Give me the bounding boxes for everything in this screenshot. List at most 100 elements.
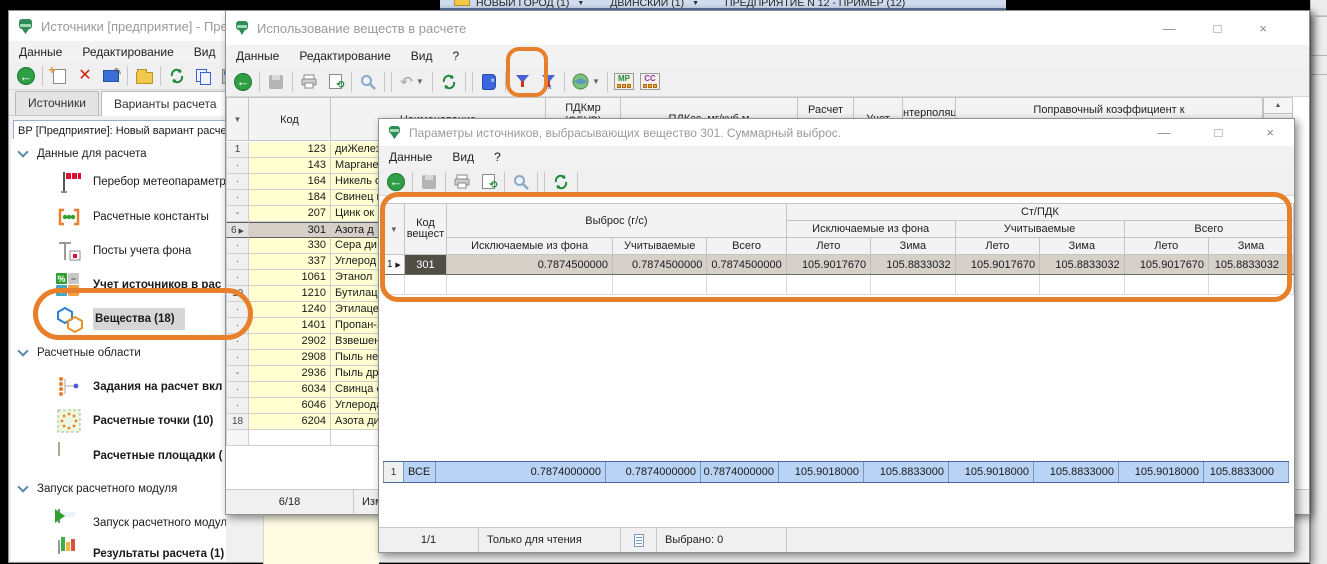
menu-item[interactable]: ? (453, 49, 460, 63)
svg-text:x: x (548, 84, 552, 90)
back-icon: ← (17, 67, 35, 85)
table-row[interactable]: 1 ▶ 301 0.7874500000 0.7874500000 0.7874… (384, 255, 1294, 275)
rename-button[interactable] (98, 64, 124, 88)
tree-item-calc-constants[interactable]: Расчетные константы (11, 202, 226, 232)
new-button[interactable] (46, 64, 72, 88)
refresh-button[interactable] (436, 70, 462, 94)
col-header[interactable]: Всего (707, 238, 786, 255)
tree-item-calc-areas[interactable]: Расчетные площадки ( (11, 441, 226, 471)
tree-item-calc-tasks[interactable]: Задания на расчет вкл (11, 372, 226, 402)
minimize-icon[interactable]: — (1315, 8, 1327, 22)
back-button[interactable]: ← (383, 170, 409, 194)
col-header[interactable]: Зима (1209, 238, 1294, 255)
tree-item-calc-points[interactable]: Расчетные точки (10) (11, 406, 226, 436)
tree-item-results[interactable]: Результаты расчета (1) (11, 539, 226, 561)
back-button[interactable]: ← (230, 70, 256, 94)
tree-item-meteo-flag[interactable]: Перебор метеопараметров (11, 167, 226, 197)
background-posts-icon (56, 238, 82, 264)
save-icon (269, 75, 283, 89)
mp-button[interactable]: MP (611, 70, 637, 94)
undo-button[interactable]: ↶▼ (395, 70, 429, 94)
back-button[interactable]: ← (13, 64, 39, 88)
col-header-substance-code[interactable]: Код вещест (404, 204, 446, 255)
subgroup-total[interactable]: Всего (1124, 221, 1293, 238)
enterprise-selector[interactable]: ПРЕДПРИЯТИЕ N 12 - ПРИМЕР (12) (725, 0, 905, 9)
export-button[interactable]: ▼ (568, 70, 604, 94)
background-table-sliver (263, 516, 379, 564)
cc-button[interactable]: CC (637, 70, 663, 94)
filter-button[interactable] (509, 70, 535, 94)
close-button[interactable]: × (1259, 21, 1267, 36)
tree-item-run-module[interactable]: Запуск расчетного модуля (11, 508, 226, 538)
tab-sources[interactable]: Источники (15, 91, 99, 115)
catalog-button[interactable] (476, 70, 502, 94)
row-filter-header[interactable]: ▼ (384, 204, 405, 255)
group-header-emission[interactable]: Выброс (г/с) (447, 204, 787, 238)
tab-calc-variants[interactable]: Варианты расчета (101, 91, 230, 116)
filter-selected-button[interactable]: x (535, 70, 561, 94)
delete-button[interactable]: ✕ (72, 64, 98, 88)
subgroup-accounted[interactable]: Учитываемые (955, 221, 1124, 238)
right-window-edge: — (1310, 0, 1327, 564)
save-button[interactable] (416, 170, 442, 194)
print-preview-button[interactable] (322, 70, 348, 94)
menu-item[interactable]: Данные (389, 150, 432, 164)
col-header[interactable]: Лето (1124, 238, 1208, 255)
tree-section-0[interactable]: Данные для расчета (11, 139, 226, 169)
col-header[interactable]: Лето (955, 238, 1039, 255)
delete-x-icon: ✕ (78, 68, 91, 84)
maximize-button[interactable]: □ (1215, 125, 1223, 140)
substance-code: 184 (249, 190, 331, 206)
menu-item[interactable]: Вид (452, 150, 474, 164)
maximize-button[interactable]: □ (1214, 21, 1222, 36)
tree-section-label: Расчетные области (37, 347, 141, 359)
menu-item[interactable]: Редактирование (82, 45, 173, 59)
params-titlebar: Параметры источников, выбрасывающих веще… (379, 119, 1294, 146)
column-filter-icon[interactable]: ▼ (234, 115, 242, 124)
print-button[interactable] (449, 170, 475, 194)
row-number: 10 (226, 286, 249, 302)
print-preview-button[interactable] (475, 170, 501, 194)
substance-code: 123 (249, 142, 331, 158)
copy-icon (196, 69, 211, 84)
menu-item[interactable]: Вид (411, 49, 433, 63)
minimize-button[interactable]: — (1158, 125, 1171, 140)
col-header[interactable]: Зима (1040, 238, 1124, 255)
close-button[interactable]: × (1266, 125, 1274, 140)
subgroup-excluded[interactable]: Исключаемые из фона (786, 221, 955, 238)
new-page-icon (53, 69, 66, 84)
col-header[interactable]: Зима (871, 238, 955, 255)
menu-item[interactable]: Редактирование (299, 49, 390, 63)
refresh-button[interactable] (548, 170, 574, 194)
col-header-code[interactable]: Код (249, 97, 331, 141)
save-button[interactable] (263, 70, 289, 94)
city-selector[interactable]: НОВЫЙ ГОРОД (1)▼ (476, 0, 584, 9)
emissions-table: ▼ Код вещест Выброс (г/с) Ст/ПДК Исключа… (383, 203, 1294, 295)
menu-item[interactable]: Данные (19, 45, 62, 59)
group-header-st-pdk[interactable]: Ст/ПДК (786, 204, 1293, 221)
scroll-up-icon[interactable]: ▲ (1264, 98, 1292, 114)
tree-item-sources-account[interactable]: %−+−Учет источников в рас (11, 270, 226, 300)
tree-item-background-posts[interactable]: Посты учета фона (11, 236, 226, 266)
col-header[interactable]: Лето (786, 238, 870, 255)
copy-button[interactable] (190, 64, 216, 88)
row-number: - (226, 206, 249, 222)
menu-item[interactable]: Данные (236, 49, 279, 63)
tree-section-2[interactable]: Запуск расчетного модуля (11, 474, 226, 504)
search-button[interactable] (355, 70, 381, 94)
print-button[interactable] (296, 70, 322, 94)
open-button[interactable] (131, 64, 157, 88)
tree-item-label: Посты учета фона (93, 245, 191, 257)
minimize-button[interactable]: — (1163, 21, 1176, 36)
search-button[interactable] (508, 170, 534, 194)
tree-section-1[interactable]: Расчетные области (11, 338, 226, 368)
menu-item[interactable]: ? (494, 150, 501, 164)
substance-code: 6204 (249, 414, 331, 430)
refresh-button[interactable] (164, 64, 190, 88)
col-header[interactable]: Учитываемые (613, 238, 707, 255)
col-header[interactable]: Исключаемые из фона (447, 238, 613, 255)
tree-item-substances[interactable]: Вещества (18) (11, 304, 226, 334)
substance-code: 1401 (249, 318, 331, 334)
menu-item[interactable]: Вид (194, 45, 216, 59)
district-selector[interactable]: ДВИНСКИЙ (1)▼ (610, 0, 699, 9)
